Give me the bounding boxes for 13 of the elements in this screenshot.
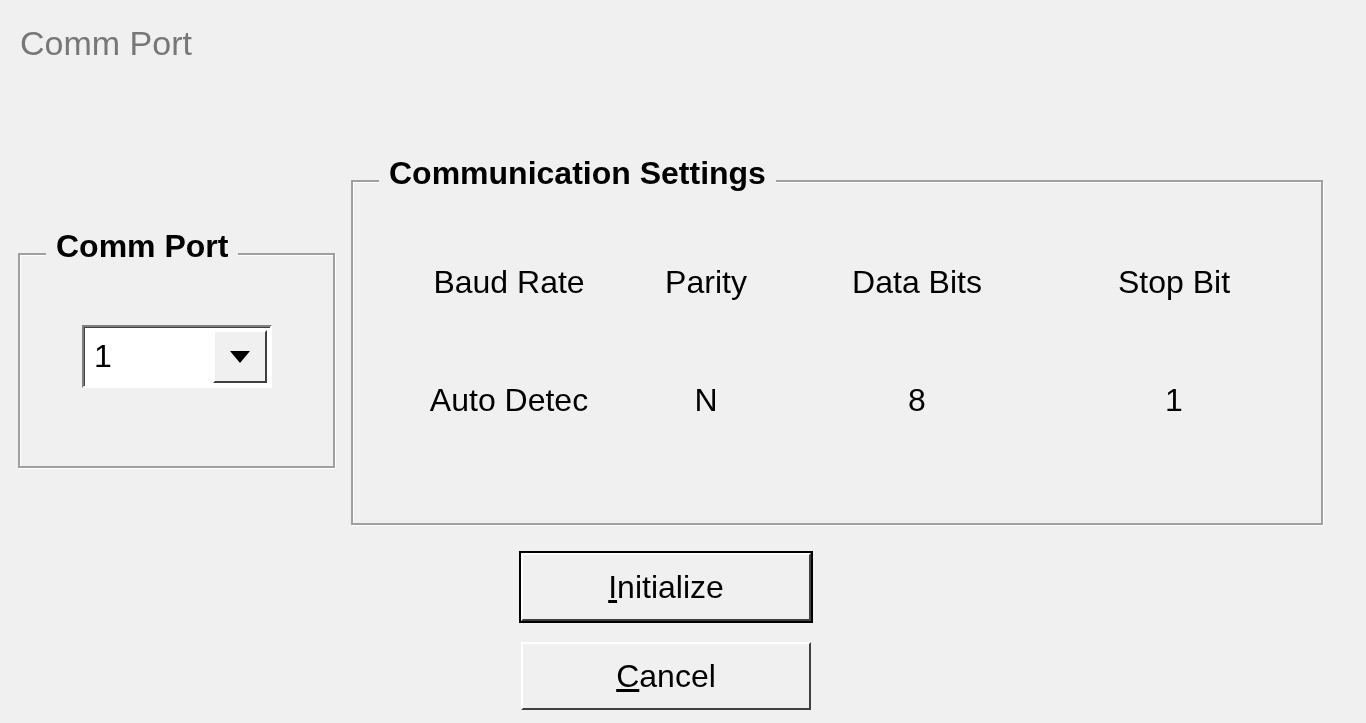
setting-value: 8 xyxy=(907,382,927,418)
column-header: Data Bits xyxy=(851,264,983,300)
dialog-button[interactable]: Initialize xyxy=(521,553,811,621)
caret-icon xyxy=(230,350,250,363)
setting-value: 1 xyxy=(1164,382,1184,418)
setting-value: Auto Detec xyxy=(428,382,590,418)
port-dropdown[interactable]: 1 xyxy=(82,325,272,388)
column-header: Stop Bit xyxy=(1116,264,1232,300)
window-title: Comm Port xyxy=(20,23,192,64)
setting-value: N xyxy=(693,382,719,418)
column-header: Parity xyxy=(664,264,748,300)
column-header: Baud Rate xyxy=(432,264,586,300)
dialog-button[interactable]: Cancel xyxy=(521,642,811,710)
